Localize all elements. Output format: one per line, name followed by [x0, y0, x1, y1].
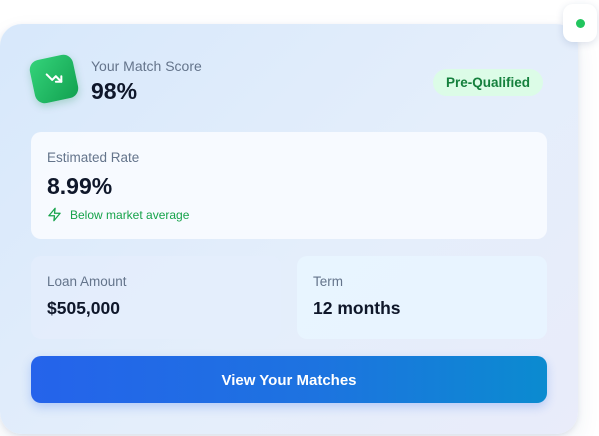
online-dot-icon [575, 18, 585, 28]
lightning-icon [48, 207, 61, 222]
loan-amount-panel: Loan Amount $505,000 [31, 256, 281, 339]
estimated-rate-panel: Estimated Rate 8.99% Below market averag… [31, 132, 547, 239]
trending-down-icon [27, 52, 81, 106]
term-label: Term [313, 274, 343, 289]
view-matches-button[interactable]: View Your Matches [31, 356, 547, 403]
status-indicator [563, 4, 597, 42]
match-score-value: 98% [91, 78, 138, 104]
rate-note-text: Below market average [70, 207, 190, 222]
loan-amount-label: Loan Amount [47, 274, 127, 289]
match-score-label: Your Match Score [91, 58, 202, 74]
term-value: 12 months [313, 298, 401, 318]
term-panel: Term 12 months [297, 256, 547, 339]
rate-note: Below market average [47, 207, 189, 222]
stage: Your Match Score 98% Pre-Qualified Estim… [0, 0, 599, 436]
status-badge: Pre-Qualified [433, 69, 544, 96]
estimated-rate-label: Estimated Rate [47, 150, 140, 165]
loan-amount-value: $505,000 [47, 298, 120, 318]
estimated-rate-value: 8.99% [47, 173, 113, 199]
